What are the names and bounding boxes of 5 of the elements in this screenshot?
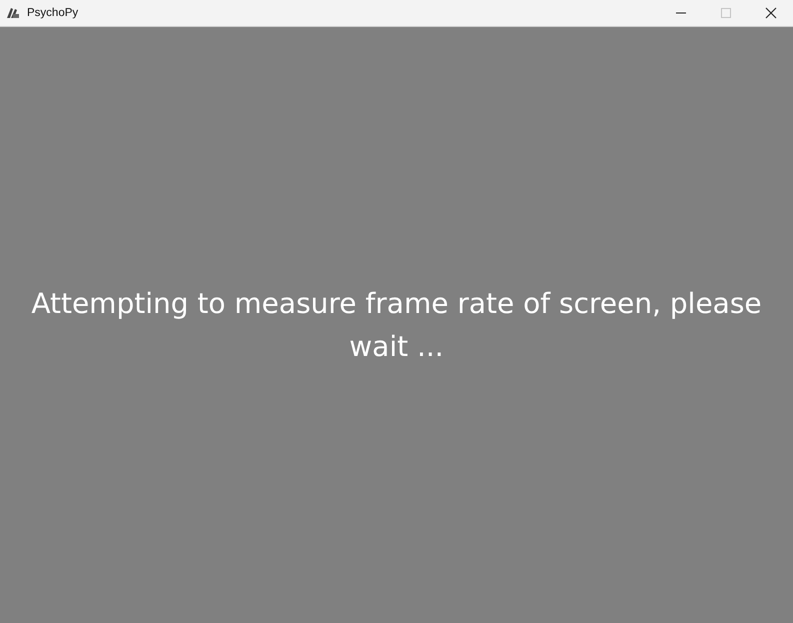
close-icon bbox=[764, 7, 776, 19]
status-message: Attempting to measure frame rate of screen, please wait ... bbox=[30, 286, 763, 365]
window-title: PsychoPy bbox=[27, 7, 78, 19]
app-icon bbox=[6, 6, 20, 20]
maximize-icon bbox=[720, 7, 732, 19]
